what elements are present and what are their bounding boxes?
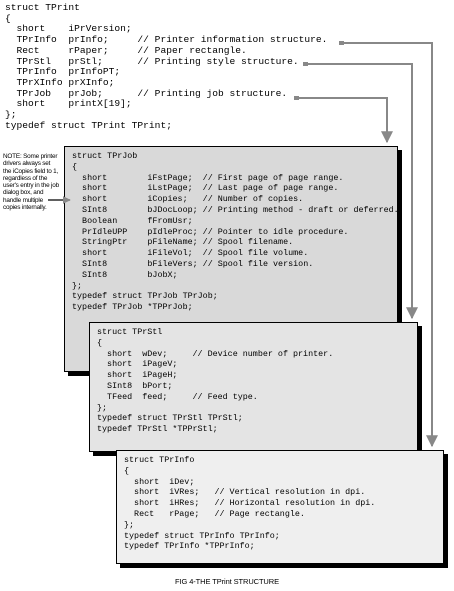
connector-arrows — [48, 41, 438, 448]
figure-caption: FIG 4-THE TPrint STRUCTURE — [175, 577, 279, 586]
prinfo-connector — [339, 41, 438, 448]
prjob-connector — [294, 96, 393, 144]
prstl-connector — [303, 62, 418, 320]
